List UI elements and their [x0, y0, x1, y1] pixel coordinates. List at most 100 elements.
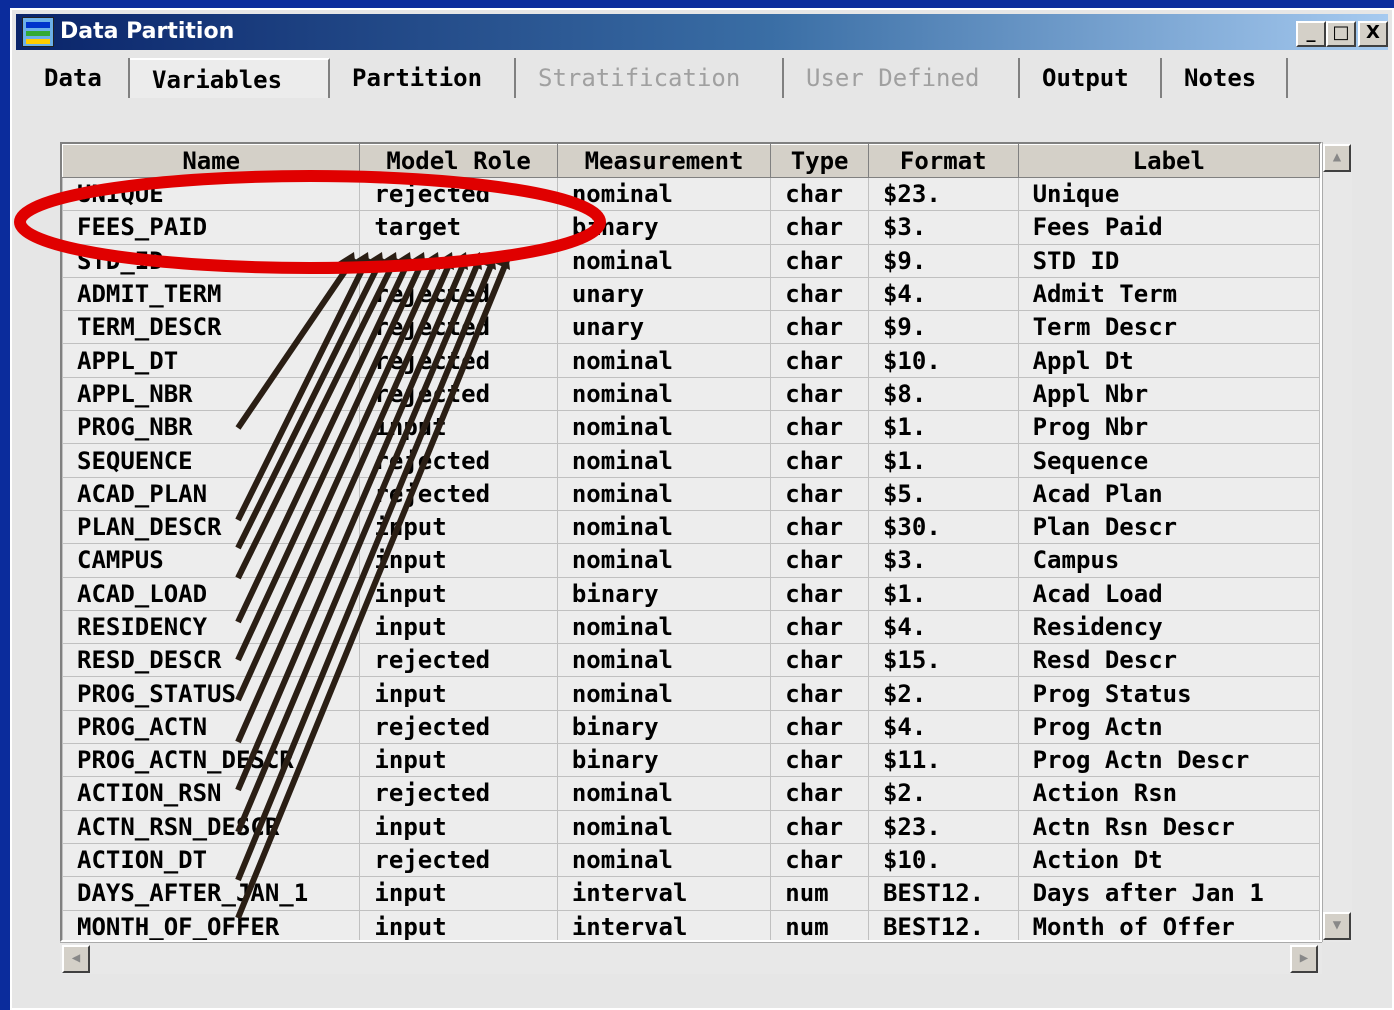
cell-measurement[interactable]: nominal [556, 343, 772, 378]
cell-name[interactable]: PROG_STATUS [62, 676, 361, 711]
horizontal-scrollbar[interactable]: ◀ ▶ [60, 942, 1322, 974]
cell-type[interactable]: char [770, 543, 869, 578]
cell-format[interactable]: $4. [867, 609, 1019, 645]
table-row[interactable]: TERM_DESCR rejected unary char $9. Term Descr [62, 310, 1320, 345]
cell-model-role[interactable]: rejected [359, 476, 558, 511]
cell-name[interactable]: APPL_NBR [62, 376, 361, 412]
table-row[interactable]: PROG_ACTN rejected binary char $4. Prog Actn [62, 709, 1320, 745]
cell-type[interactable]: char [770, 743, 869, 778]
cell-measurement[interactable]: unary [556, 276, 772, 312]
cell-model-role[interactable]: rejected [359, 443, 558, 478]
tab-output[interactable]: Output [1020, 58, 1162, 98]
cell-name[interactable]: ACAD_PLAN [62, 476, 361, 511]
cell-type[interactable]: char [770, 410, 869, 445]
cell-label[interactable]: Prog Actn [1017, 709, 1320, 745]
cell-type[interactable]: char [770, 842, 869, 878]
cell-label[interactable]: Residency [1017, 609, 1320, 645]
cell-model-role[interactable]: input [359, 909, 558, 940]
table-row[interactable]: ACTN_RSN_DESCR input nominal char $23. Actn R… [62, 809, 1320, 844]
cell-format[interactable]: $5. [867, 476, 1019, 511]
tab-data[interactable]: Data [22, 58, 130, 98]
cell-measurement[interactable]: nominal [556, 609, 772, 645]
cell-type[interactable]: char [770, 443, 869, 478]
cell-measurement[interactable]: nominal [556, 643, 772, 678]
cell-model-role[interactable]: input [359, 576, 558, 611]
cell-format[interactable]: $23. [867, 809, 1019, 844]
cell-measurement[interactable]: nominal [556, 509, 772, 545]
column-header-measurement[interactable]: Measurement [556, 144, 772, 178]
cell-label[interactable]: Admit Term [1017, 276, 1320, 312]
cell-measurement[interactable]: nominal [556, 176, 772, 212]
cell-model-role[interactable]: rejected [359, 643, 558, 678]
cell-label[interactable]: Acad Load [1017, 576, 1320, 611]
column-header-name[interactable]: Name [62, 144, 361, 178]
cell-label[interactable]: STD ID [1017, 243, 1320, 278]
cell-format[interactable]: $9. [867, 243, 1019, 278]
table-row[interactable]: SEQUENCE rejected nominal char $1. Sequence [62, 443, 1320, 478]
cell-format[interactable]: $2. [867, 676, 1019, 711]
cell-measurement[interactable]: nominal [556, 809, 772, 844]
scroll-left-icon[interactable]: ◀ [62, 945, 90, 973]
cell-measurement[interactable]: unary [556, 310, 772, 345]
cell-label[interactable]: Sequence [1017, 443, 1320, 478]
cell-label[interactable]: Appl Dt [1017, 343, 1320, 378]
cell-format[interactable]: $4. [867, 276, 1019, 312]
cell-name[interactable]: FEES_PAID [62, 210, 361, 245]
cell-model-role[interactable]: input [359, 509, 558, 545]
cell-model-role[interactable]: input [359, 543, 558, 578]
table-row[interactable]: ADMIT_TERM rejected unary char $4. Admit Term [62, 276, 1320, 312]
cell-type[interactable]: num [770, 909, 869, 940]
cell-type[interactable]: char [770, 643, 869, 678]
cell-label[interactable]: Unique [1017, 176, 1320, 212]
cell-measurement[interactable]: nominal [556, 443, 772, 478]
column-header-type[interactable]: Type [770, 144, 869, 178]
cell-name[interactable]: UNIQUE [62, 176, 361, 212]
cell-name[interactable]: TERM_DESCR [62, 310, 361, 345]
table-row[interactable]: PROG_NBR input nominal char $1. Prog Nbr [62, 410, 1320, 445]
cell-name[interactable]: RESIDENCY [62, 609, 361, 645]
cell-label[interactable]: Term Descr [1017, 310, 1320, 345]
minimize-button[interactable]: _ [1296, 21, 1326, 47]
cell-type[interactable]: char [770, 376, 869, 412]
cell-label[interactable]: Plan Descr [1017, 509, 1320, 545]
cell-label[interactable]: Action Dt [1017, 842, 1320, 878]
cell-label[interactable]: Campus [1017, 543, 1320, 578]
cell-model-role[interactable]: input [359, 609, 558, 645]
cell-model-role[interactable]: input [359, 410, 558, 445]
cell-name[interactable]: CAMPUS [62, 543, 361, 578]
scroll-right-icon[interactable]: ▶ [1290, 945, 1318, 973]
cell-name[interactable]: PROG_ACTN [62, 709, 361, 745]
cell-label[interactable]: Appl Nbr [1017, 376, 1320, 412]
cell-measurement[interactable]: nominal [556, 842, 772, 878]
vertical-scrollbar[interactable]: ▲ ▼ [1322, 142, 1352, 942]
cell-type[interactable]: char [770, 576, 869, 611]
cell-name[interactable]: ACTION_DT [62, 842, 361, 878]
table-row[interactable]: FEES_PAID target binary char $3. Fees Paid [62, 210, 1320, 245]
cell-measurement[interactable]: nominal [556, 676, 772, 711]
cell-type[interactable]: char [770, 210, 869, 245]
cell-format[interactable]: BEST12. [867, 909, 1019, 940]
cell-measurement[interactable]: nominal [556, 243, 772, 278]
cell-name[interactable]: MONTH_OF_OFFER [62, 909, 361, 940]
cell-format[interactable]: $23. [867, 176, 1019, 212]
cell-format[interactable]: $9. [867, 310, 1019, 345]
cell-format[interactable]: $8. [867, 376, 1019, 412]
cell-measurement[interactable]: interval [556, 909, 772, 940]
cell-measurement[interactable]: nominal [556, 410, 772, 445]
cell-format[interactable]: $1. [867, 410, 1019, 445]
scroll-up-icon[interactable]: ▲ [1323, 144, 1351, 172]
cell-model-role[interactable]: input [359, 876, 558, 911]
cell-measurement[interactable]: binary [556, 576, 772, 611]
cell-measurement[interactable]: interval [556, 876, 772, 911]
cell-measurement[interactable]: nominal [556, 543, 772, 578]
cell-name[interactable]: SEQUENCE [62, 443, 361, 478]
cell-model-role[interactable]: rejected [359, 276, 558, 312]
cell-type[interactable]: char [770, 609, 869, 645]
column-header-label[interactable]: Label [1017, 144, 1320, 178]
table-row[interactable]: PROG_ACTN_DESCR input binary char $11. Prog A… [62, 743, 1320, 778]
cell-format[interactable]: $10. [867, 842, 1019, 878]
cell-model-role[interactable]: rejected [359, 376, 558, 412]
cell-name[interactable]: ACTN_RSN_DESCR [62, 809, 361, 844]
cell-label[interactable]: Acad Plan [1017, 476, 1320, 511]
cell-name[interactable]: RESD_DESCR [62, 643, 361, 678]
